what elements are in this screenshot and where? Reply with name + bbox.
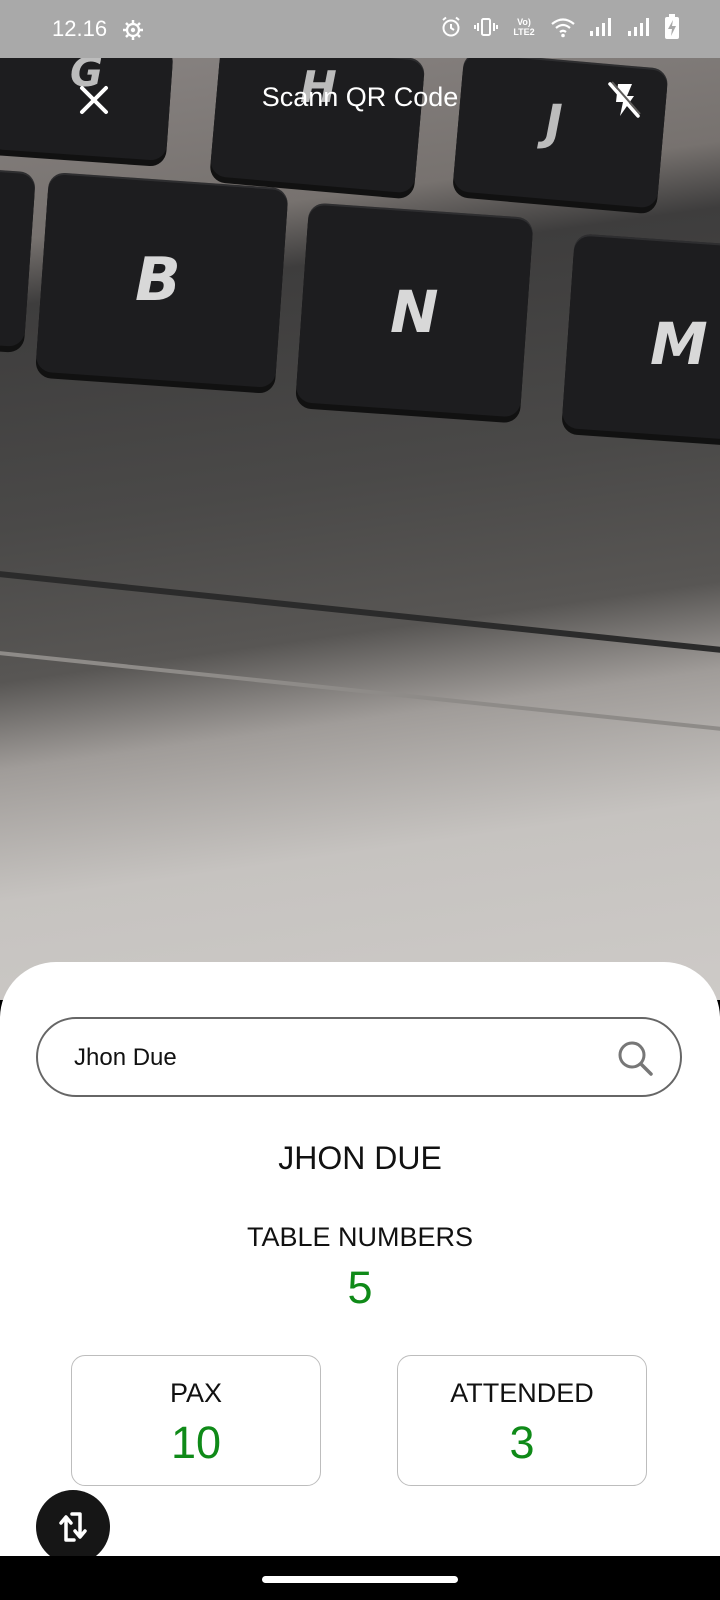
signal-icon (590, 18, 611, 36)
key-letter: M (650, 310, 708, 378)
status-time: 12.16 (52, 16, 108, 41)
key-letter: N (390, 278, 439, 346)
table-number-value: 5 (347, 1262, 373, 1313)
attended-value: 3 (509, 1417, 535, 1468)
switch-camera-icon (59, 1512, 87, 1542)
search-icon[interactable] (616, 1039, 654, 1077)
wifi-icon (551, 18, 575, 38)
signal-icon (628, 18, 649, 36)
alarm-icon (442, 16, 460, 37)
pax-label: PAX (169, 1378, 223, 1408)
attended-card: ATTENDED 3 (397, 1355, 647, 1486)
keyboard-bezel (0, 569, 720, 657)
flash-off-icon[interactable] (604, 80, 644, 120)
volte-icon: Vo) LTE2 (513, 17, 535, 37)
table-numbers-label: TABLE NUMBERS (246, 1222, 474, 1252)
settings-icon (123, 20, 143, 40)
search-box[interactable] (36, 1017, 682, 1097)
key-letter: B (135, 245, 181, 315)
battery-charging-icon (665, 14, 679, 39)
pax-card: PAX 10 (71, 1355, 321, 1486)
keyboard-edge (0, 649, 720, 735)
status-bar: 12.16 Vo) LTE2 (0, 0, 720, 58)
attended-label: ATTENDED (450, 1378, 594, 1408)
keyboard-key (0, 167, 37, 348)
pax-value: 10 (170, 1417, 222, 1468)
home-indicator[interactable] (262, 1576, 458, 1583)
vibrate-icon (474, 18, 498, 36)
guest-name: JHON DUE (278, 1140, 442, 1176)
camera-preview: G H J B N M (0, 0, 720, 1000)
navigation-bar (0, 1556, 720, 1600)
switch-camera-button[interactable] (36, 1490, 110, 1564)
status-icons: Vo) LTE2 (440, 14, 680, 40)
search-input[interactable] (72, 1037, 596, 1079)
